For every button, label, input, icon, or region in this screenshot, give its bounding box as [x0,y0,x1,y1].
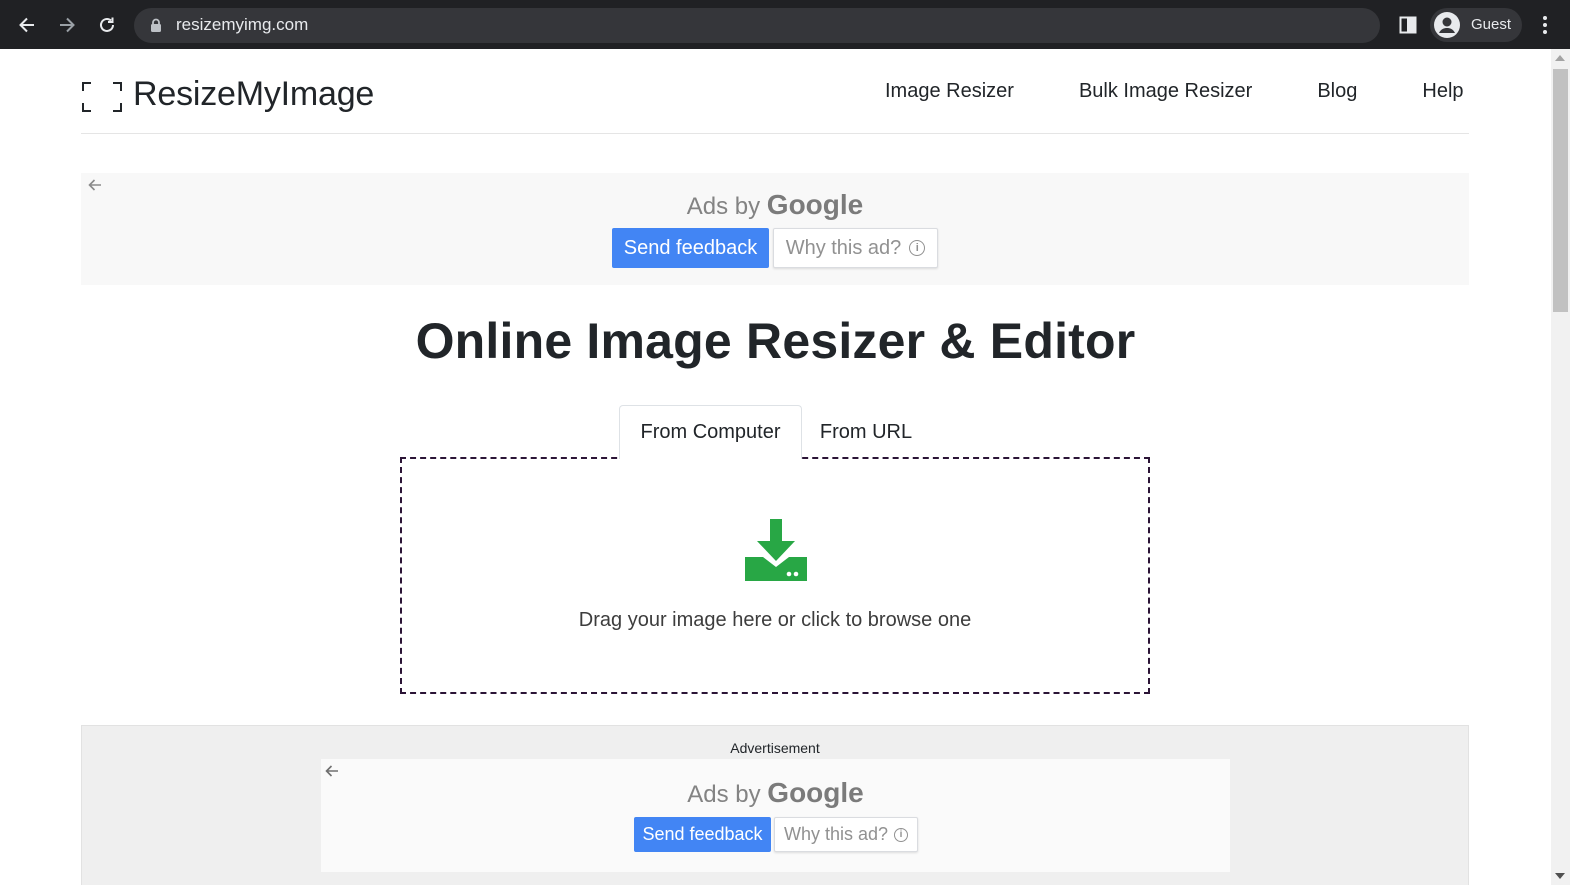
page-scrollbar[interactable] [1551,49,1570,885]
browser-menu-button[interactable] [1532,11,1558,39]
header-divider [81,133,1469,134]
ad-banner-top: Ads by Google Send feedback Why this ad?… [81,173,1469,285]
send-feedback-button[interactable]: Send feedback [634,817,771,852]
image-dropzone[interactable]: Drag your image here or click to browse … [400,457,1150,694]
arrow-left-icon [19,17,34,33]
advertisement-section: Advertisement Ads by Google Send feedbac… [81,725,1469,885]
google-wordmark: Google [767,777,864,808]
tab-from-url[interactable]: From URL [803,405,929,459]
nav-bulk-image-resizer[interactable]: Bulk Image Resizer [1079,80,1252,103]
google-wordmark: Google [766,189,864,220]
tab-from-computer[interactable]: From Computer [619,405,802,459]
address-bar[interactable]: resizemyimg.com [134,8,1380,43]
logo-text: ResizeMyImage [133,74,375,113]
nav-image-resizer[interactable]: Image Resizer [885,80,1014,103]
back-button[interactable] [12,10,42,40]
browser-toolbar: resizemyimg.com Guest [0,0,1570,49]
reload-button[interactable] [92,10,122,40]
download-icon [745,519,807,581]
resize-logo-icon [81,73,123,115]
forward-button[interactable] [52,10,82,40]
info-icon: i [909,240,926,256]
site-logo[interactable]: ResizeMyImage [81,73,374,115]
nav-help[interactable]: Help [1422,80,1463,103]
reload-icon [100,17,114,32]
ad-banner-bottom: Ads by Google Send feedback Why this ad?… [321,759,1230,872]
advertisement-label: Advertisement [730,740,820,756]
ad-back-arrow-icon[interactable] [324,764,340,778]
dropzone-text: Drag your image here or click to browse … [578,609,972,631]
ads-by-label: Ads by [686,193,761,220]
send-feedback-button[interactable]: Send feedback [612,228,769,268]
why-this-ad-button[interactable]: Why this ad? i [774,817,918,852]
profile-name: Guest [1471,16,1512,33]
main-navigation: Image Resizer Bulk Image Resizer Blog He… [885,80,1464,103]
ads-by-google: Ads by Google [321,777,1230,809]
why-this-ad-label: Why this ad? [785,236,902,259]
kebab-menu-icon [1543,16,1547,34]
why-this-ad-label: Why this ad? [783,824,889,844]
side-panel-button[interactable] [1394,11,1422,39]
scroll-down-icon[interactable] [1555,873,1565,879]
avatar-icon [1434,12,1460,38]
why-this-ad-button[interactable]: Why this ad? i [773,228,938,268]
scroll-thumb[interactable] [1553,69,1568,312]
ads-by-label: Ads by [687,781,761,808]
scroll-up-icon[interactable] [1555,55,1565,61]
ads-by-google: Ads by Google [81,189,1469,221]
lock-icon [151,18,161,32]
nav-blog[interactable]: Blog [1317,80,1357,103]
page-title: Online Image Resizer & Editor [415,313,1136,369]
info-icon: i [894,827,909,842]
side-panel-icon [1399,16,1417,34]
url-text: resizemyimg.com [176,15,309,34]
profile-button[interactable]: Guest [1430,8,1522,42]
arrow-right-icon [60,17,75,33]
